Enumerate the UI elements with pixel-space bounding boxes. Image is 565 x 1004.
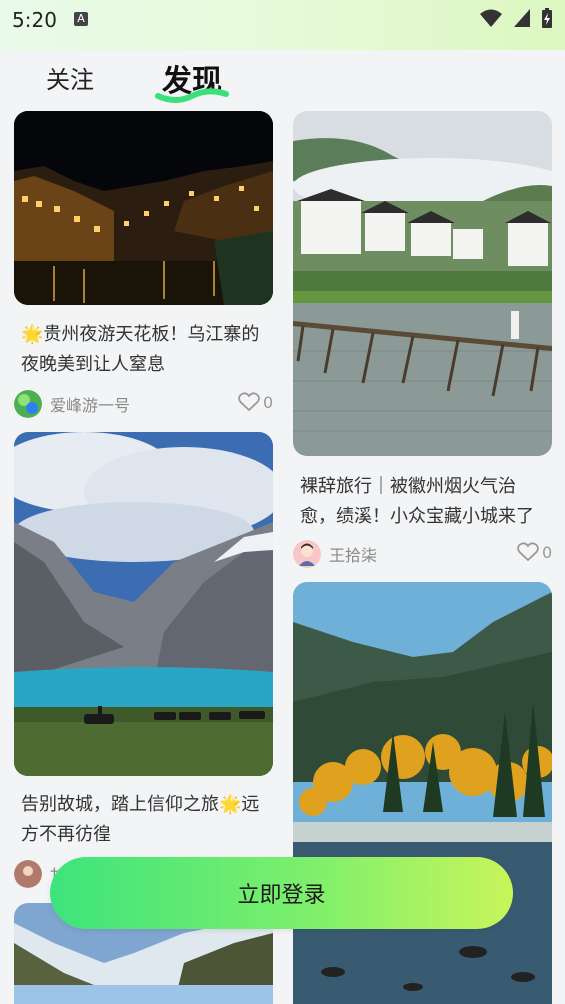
tab-active-indicator: [155, 88, 229, 103]
feed-card-image[interactable]: [14, 432, 273, 776]
top-tabs: 关注 发现: [0, 50, 565, 110]
author-avatar: [293, 540, 321, 568]
notification-a-icon: A: [74, 12, 88, 26]
battery-icon: [542, 8, 552, 28]
feed-card-author[interactable]: 爱峰游一号: [14, 390, 130, 418]
feed-card-image[interactable]: [293, 582, 552, 1004]
feed-card-title[interactable]: 告别故城，踏上信仰之旅🌟远方不再彷徨: [21, 790, 271, 850]
status-icons: [479, 8, 553, 28]
wifi-icon: [480, 9, 502, 27]
feed-card-title[interactable]: 🌟贵州夜游天花板！乌江寨的夜晚美到让人窒息: [21, 320, 271, 380]
author-name: 王拾柒: [329, 546, 378, 565]
like-button[interactable]: 0: [238, 392, 273, 412]
signal-icon: [514, 9, 530, 27]
tab-follow[interactable]: 关注: [46, 60, 94, 95]
status-bar: 5:20 A: [0, 0, 565, 50]
feed-card-author[interactable]: 王拾柒: [293, 540, 377, 568]
author-name: 爱峰游一号: [50, 396, 131, 415]
heart-icon: [238, 392, 260, 412]
heart-icon: [517, 542, 539, 562]
feed-card-image[interactable]: [14, 111, 273, 305]
feed-card-image[interactable]: [293, 111, 552, 456]
status-time: 5:20: [12, 8, 57, 32]
like-count: 0: [542, 542, 553, 562]
like-button[interactable]: 0: [517, 542, 552, 562]
like-count: 0: [263, 392, 274, 412]
author-avatar: [14, 390, 42, 418]
feed-card-title[interactable]: 裸辞旅行｜被徽州烟火气治愈，绩溪！小众宝藏小城来了: [300, 472, 550, 532]
login-button[interactable]: 立即登录: [50, 857, 513, 929]
author-avatar: [14, 860, 42, 888]
